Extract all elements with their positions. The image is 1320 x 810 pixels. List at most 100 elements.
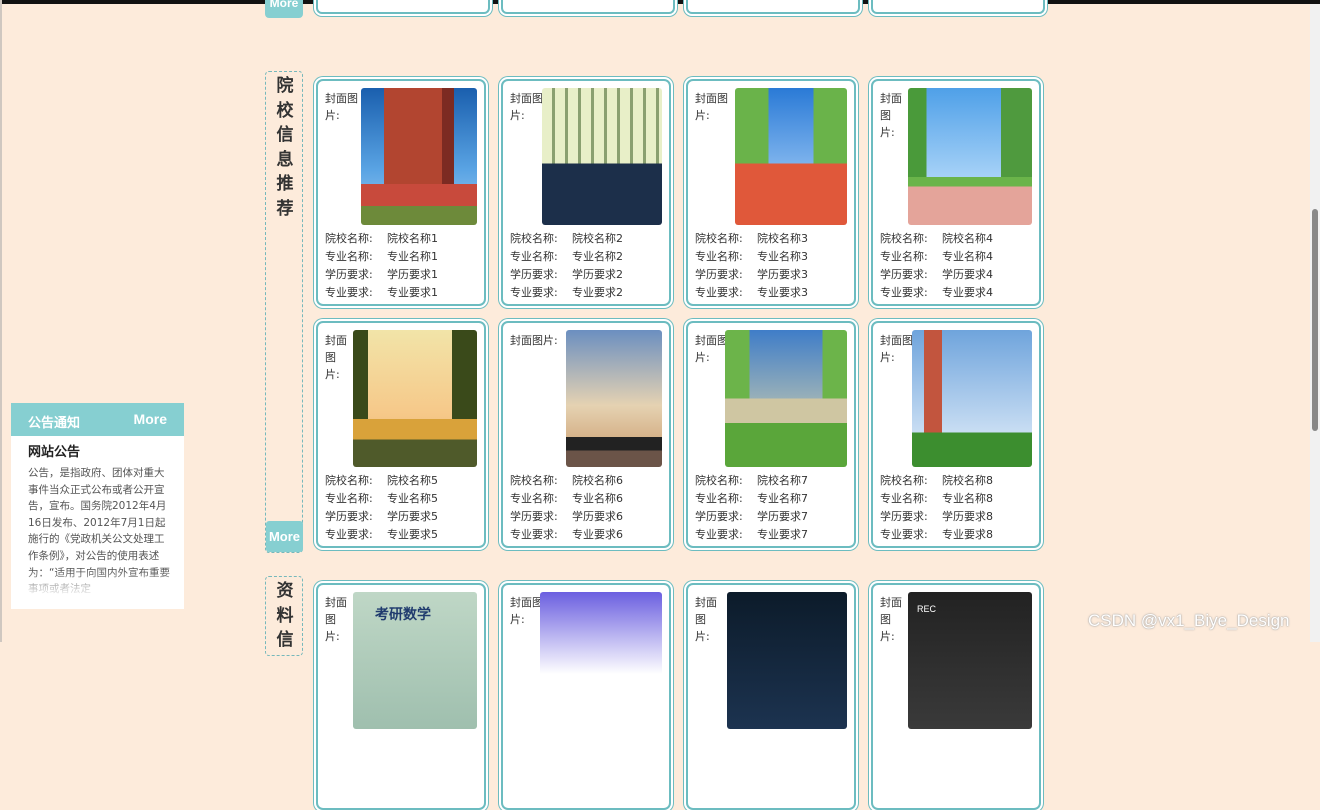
field-label: 学历要求:: [880, 268, 928, 281]
major-name: 专业名称2: [572, 250, 623, 263]
field-label: 专业要求:: [510, 286, 558, 299]
section-title-char: 信: [276, 125, 294, 146]
major-name: 专业名称8: [942, 492, 993, 505]
previous-card-bottom[interactable]: [686, 0, 860, 14]
field-label: 院校名称:: [880, 474, 928, 487]
materials-section-tab: 资 料 信: [265, 576, 303, 656]
section-title-char: 院: [276, 76, 294, 96]
college-cover-image: [361, 88, 477, 225]
previous-card-bottom[interactable]: [501, 0, 675, 14]
college-card[interactable]: 封面图片: 院校名称: 院校名称6 专业名称: 专业名称6 学历要求: 学历要求6 专…: [501, 321, 671, 548]
field-label: 院校名称:: [695, 232, 743, 245]
major-requirement: 专业要求4: [942, 286, 993, 299]
field-label: 专业要求:: [695, 286, 743, 299]
previous-card-bottom[interactable]: [316, 0, 490, 14]
school-name: 院校名称8: [942, 474, 993, 487]
major-requirement: 专业要求8: [942, 528, 993, 541]
field-label: 专业名称:: [695, 492, 743, 505]
field-label: 专业名称:: [510, 492, 558, 505]
college-card[interactable]: 封面图片: 院校名称: 院校名称1 专业名称: 专业名称1 学历要求: 学历要求1 专…: [316, 79, 486, 306]
notice-item-body: 公告，是指政府、团体对重大事件当众正式公布或者公开宣告，宣布。国务院2012年4…: [28, 467, 170, 596]
school-name: 院校名称2: [572, 232, 623, 245]
education-requirement: 学历要求3: [757, 268, 808, 281]
rec-indicator: REC: [917, 604, 937, 614]
field-label: 专业名称:: [880, 492, 928, 505]
education-requirement: 学历要求6: [572, 510, 623, 523]
section-title-char: 资: [276, 581, 294, 601]
college-cover-image: [725, 330, 847, 467]
cover-label: 封面图片:: [510, 334, 558, 347]
field-label: 学历要求:: [510, 510, 558, 523]
field-label: 学历要求:: [880, 510, 928, 523]
cover-text: 考研数学: [375, 607, 431, 623]
college-cover-image: [735, 88, 847, 225]
material-card[interactable]: 封面图片: REC: [871, 583, 1041, 810]
field-label: 专业要求:: [325, 286, 373, 299]
college-cover-image: [912, 330, 1032, 467]
field-label: 院校名称:: [880, 232, 928, 245]
education-requirement: 学历要求2: [572, 268, 623, 281]
school-name: 院校名称5: [387, 474, 438, 487]
college-card[interactable]: 封面图片: 院校名称: 院校名称5 专业名称: 专业名称5 学历要求: 学历要求5 专…: [316, 321, 486, 548]
field-label: 学历要求:: [510, 268, 558, 281]
field-label: 院校名称:: [510, 232, 558, 245]
college-cover-image: [353, 330, 477, 467]
school-name: 院校名称3: [757, 232, 808, 245]
field-label: 专业要求:: [695, 528, 743, 541]
major-name: 专业名称1: [387, 250, 438, 263]
notice-more-button[interactable]: More: [134, 411, 167, 427]
college-card[interactable]: 封面图片: 院校名称: 院校名称2 专业名称: 专业名称2 学历要求: 学历要求2 专…: [501, 79, 671, 306]
college-section-tab: 院 校 信 息 推 荐 More: [265, 71, 303, 553]
section-title-char: 息: [276, 149, 294, 170]
field-label: 专业名称:: [325, 250, 373, 263]
major-name: 专业名称6: [572, 492, 623, 505]
major-requirement: 专业要求5: [387, 528, 438, 541]
field-label: 院校名称:: [510, 474, 558, 487]
section-title-char: 信: [276, 630, 294, 651]
field-label: 专业要求:: [880, 528, 928, 541]
field-label: 学历要求:: [325, 268, 373, 281]
notice-item-title[interactable]: 网站公告: [28, 441, 80, 460]
previous-section-more-button[interactable]: More: [265, 0, 303, 18]
previous-card-bottom[interactable]: [871, 0, 1045, 14]
material-card[interactable]: 封面图片:: [686, 583, 856, 810]
college-card[interactable]: 封面图片: 院校名称: 院校名称7 专业名称: 专业名称7 学历要求: 学历要求7 专…: [686, 321, 856, 548]
cover-label: 封面图片:: [325, 92, 358, 122]
cover-label: 封面图片:: [880, 92, 902, 139]
cover-label: 封面图片:: [325, 334, 347, 381]
major-name: 专业名称4: [942, 250, 993, 263]
major-name: 专业名称3: [757, 250, 808, 263]
window-left-edge: [0, 0, 2, 642]
school-name: 院校名称7: [757, 474, 808, 487]
college-card[interactable]: 封面图片: 院校名称: 院校名称3 专业名称: 专业名称3 学历要求: 学历要求3 专…: [686, 79, 856, 306]
cover-label: 封面图片:: [880, 596, 902, 643]
material-cover-image: [540, 592, 662, 729]
field-label: 院校名称:: [325, 232, 373, 245]
cover-label: 封面图片:: [695, 92, 728, 122]
material-cover-image: REC: [908, 592, 1032, 729]
field-label: 院校名称:: [695, 474, 743, 487]
college-more-button[interactable]: More: [266, 521, 303, 552]
page-scrollbar[interactable]: [1310, 4, 1320, 642]
material-card[interactable]: 封面图片:: [501, 583, 671, 810]
notice-header: 公告通知 More: [11, 403, 184, 436]
cover-label: 封面图片:: [880, 334, 913, 364]
major-name: 专业名称7: [757, 492, 808, 505]
college-card[interactable]: 封面图片: 院校名称: 院校名称8 专业名称: 专业名称8 学历要求: 学历要求8 专…: [871, 321, 1041, 548]
material-cover-image: [727, 592, 847, 729]
school-name: 院校名称4: [942, 232, 993, 245]
section-title-char: 校: [276, 100, 294, 121]
field-label: 专业名称:: [510, 250, 558, 263]
major-requirement: 专业要求7: [757, 528, 808, 541]
field-label: 专业名称:: [325, 492, 373, 505]
college-section-title: 院 校 信 息 推 荐: [266, 74, 304, 222]
college-card[interactable]: 封面图片: 院校名称: 院校名称4 专业名称: 专业名称4 学历要求: 学历要求4 专…: [871, 79, 1041, 306]
notice-panel: 公告通知 More 网站公告 公告，是指政府、团体对重大事件当众正式公布或者公开…: [11, 403, 184, 609]
cover-label: 封面图片:: [695, 596, 717, 643]
section-title-char: 料: [276, 605, 294, 626]
cover-label: 封面图片:: [325, 596, 347, 643]
material-card[interactable]: 封面图片: 考研数学: [316, 583, 486, 810]
scrollbar-thumb[interactable]: [1312, 209, 1318, 431]
notice-header-title: 公告通知: [28, 415, 81, 430]
college-cover-image: [566, 330, 662, 467]
